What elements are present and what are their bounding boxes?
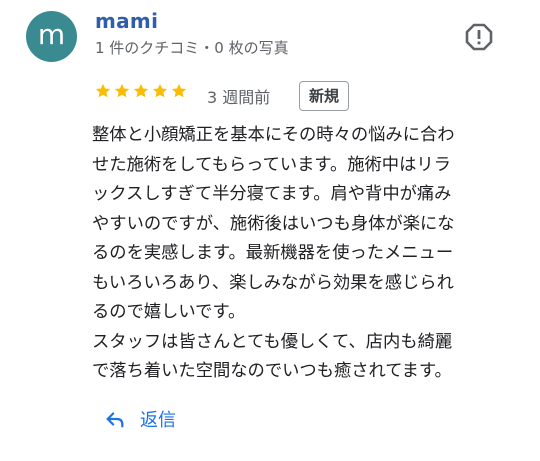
reply-arrow-icon [106, 412, 124, 428]
star-icon [114, 83, 130, 98]
star-icon [171, 83, 187, 98]
star-icon [95, 83, 111, 98]
review-age: 3 週間前 [207, 88, 271, 107]
author-meta: 1 件のクチコミ・0 枚の写真 [95, 39, 289, 57]
author-name[interactable]: mami [95, 9, 158, 33]
star-rating [94, 82, 188, 100]
reply-button[interactable]: 返信 [104, 406, 176, 432]
review-card: m mami 1 件のクチコミ・0 枚の写真 3 週間前 新規 整体と小顔矯正を… [0, 0, 540, 461]
review-text: 整体と小顔矯正を基本にその時々の悩みに合わ せた施術をしてもらっています。施術中… [92, 125, 455, 381]
star-icon [133, 83, 149, 98]
avatar[interactable]: m [26, 11, 77, 62]
reply-label: 返信 [140, 410, 176, 431]
star-icon [152, 83, 168, 98]
report-flag-icon[interactable] [464, 22, 494, 52]
new-badge: 新規 [299, 81, 349, 111]
